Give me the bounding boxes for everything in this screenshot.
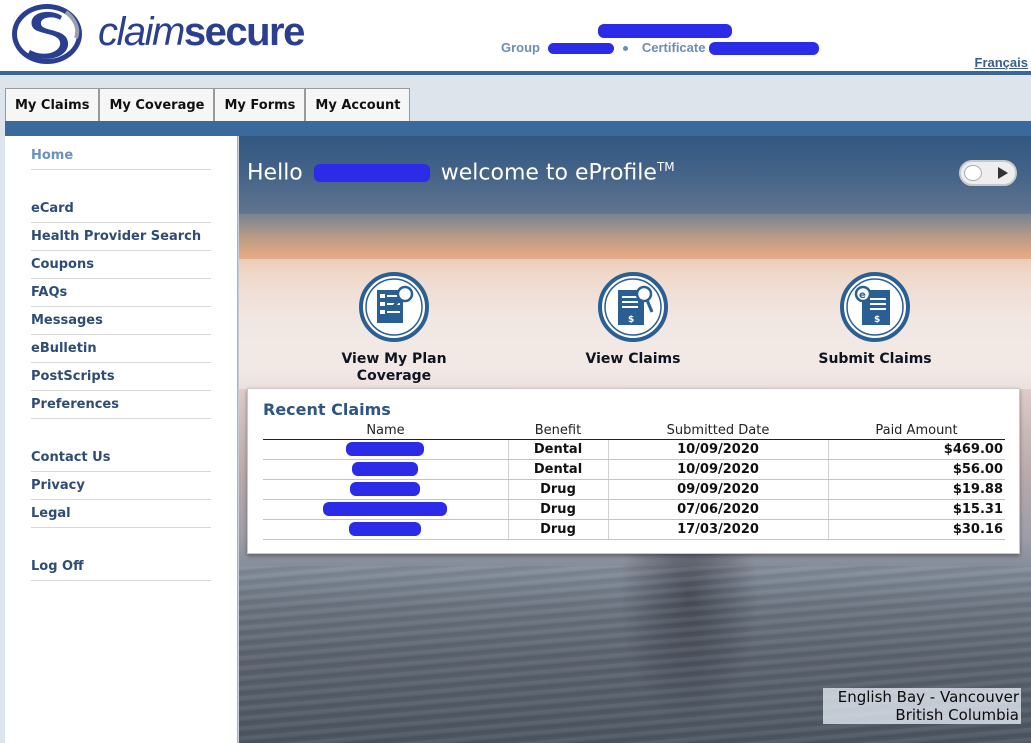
claim-name-redacted <box>263 519 508 540</box>
group-certificate-line: Group Certificate <box>501 40 820 56</box>
tab-my-forms[interactable]: My Forms <box>214 88 306 121</box>
member-name-redaction <box>313 164 430 183</box>
logo-swoosh-icon <box>12 4 82 64</box>
svg-text:$: $ <box>874 315 880 325</box>
sidebar-item-postscripts[interactable]: PostScripts <box>31 363 211 391</box>
view-claims-label: View Claims <box>585 351 681 367</box>
table-row[interactable]: Drug 07/06/2020 $15.31 <box>263 499 1005 520</box>
claim-date: 10/09/2020 <box>607 439 828 460</box>
claim-date: 09/09/2020 <box>607 479 828 500</box>
table-row[interactable]: Dental 10/09/2020 $469.00 <box>263 439 1005 460</box>
column-header-name: Name <box>263 423 508 440</box>
table-row[interactable]: Drug 09/09/2020 $19.88 <box>263 479 1005 500</box>
submit-claims-button[interactable]: $ e Submit Claims <box>815 272 935 368</box>
sidebar-item-contact-us[interactable]: Contact Us <box>31 444 211 472</box>
view-plan-coverage-label-2: Coverage <box>356 368 432 384</box>
separator-dot <box>623 46 629 52</box>
certificate-label: Certificate <box>641 40 706 55</box>
language-link[interactable]: Français <box>975 55 1028 70</box>
claim-benefit: Dental <box>507 459 608 480</box>
tab-my-account[interactable]: My Account <box>305 88 411 121</box>
sidebar-item-log-off[interactable]: Log Off <box>31 553 211 581</box>
nav-blue-band <box>5 121 1031 136</box>
claim-amount: $469.00 <box>827 439 1005 460</box>
recent-claims-title: Recent Claims <box>263 400 391 419</box>
sidebar-item-health-provider-search[interactable]: Health Provider Search <box>31 223 211 251</box>
svg-text:e: e <box>859 290 866 301</box>
main-content: Hello welcome to eProfileTM View My Plan… <box>239 136 1031 743</box>
sidebar-item-preferences[interactable]: Preferences <box>31 391 211 419</box>
claim-benefit: Drug <box>507 479 608 500</box>
claim-name-redacted <box>263 499 508 520</box>
sidebar-item-legal[interactable]: Legal <box>31 500 211 528</box>
claim-amount: $19.88 <box>827 479 1005 500</box>
photo-caption-line-2: British Columbia <box>895 706 1019 724</box>
sidebar-item-privacy[interactable]: Privacy <box>31 472 211 500</box>
photo-caption: English Bay - Vancouver British Columbia <box>823 688 1021 724</box>
group-label: Group <box>501 40 540 55</box>
claim-name-redacted <box>263 479 508 500</box>
claim-benefit: Dental <box>507 439 608 460</box>
sidebar-item-faqs[interactable]: FAQs <box>31 279 211 307</box>
submit-claims-icon: $ e <box>840 272 910 342</box>
plan-coverage-icon <box>359 272 429 342</box>
view-plan-coverage-button[interactable]: View My Plan Coverage <box>335 272 453 385</box>
claim-amount: $15.31 <box>827 499 1005 520</box>
slideshow-toggle[interactable] <box>959 160 1017 186</box>
user-name-redaction <box>598 24 732 38</box>
table-row[interactable]: Dental 10/09/2020 $56.00 <box>263 459 1005 480</box>
claim-amount: $30.16 <box>827 519 1005 540</box>
sidebar-item-home[interactable]: Home <box>31 142 211 170</box>
claim-date: 07/06/2020 <box>607 499 828 520</box>
column-header-paid-amount: Paid Amount <box>828 423 1005 440</box>
recent-claims-table: Name Benefit Submitted Date Paid Amount … <box>263 423 1005 540</box>
claim-benefit: Drug <box>507 499 608 520</box>
claim-benefit: Drug <box>507 519 608 540</box>
tab-my-claims[interactable]: My Claims <box>5 88 100 121</box>
sidebar-item-coupons[interactable]: Coupons <box>31 251 211 279</box>
submit-claims-label: Submit Claims <box>818 351 932 367</box>
recent-claims-panel: Recent Claims Name Benefit Submitted Dat… <box>247 388 1020 554</box>
svg-text:$: $ <box>628 315 634 325</box>
claim-amount: $56.00 <box>827 459 1005 480</box>
claim-date: 17/03/2020 <box>607 519 828 540</box>
group-number-redaction <box>547 43 614 55</box>
table-row[interactable]: Drug 17/03/2020 $30.16 <box>263 519 1005 540</box>
logo-wordmark: claimsecure <box>98 10 305 54</box>
column-header-submitted-date: Submitted Date <box>608 423 828 440</box>
claim-date: 10/09/2020 <box>607 459 828 480</box>
tab-my-coverage[interactable]: My Coverage <box>99 88 215 121</box>
claim-name-redacted <box>263 439 508 460</box>
column-header-benefit: Benefit <box>508 423 608 440</box>
view-plan-coverage-label-1: View My Plan <box>341 351 447 367</box>
certificate-number-redaction <box>709 42 820 56</box>
sidebar-item-ebulletin[interactable]: eBulletin <box>31 335 211 363</box>
claim-name-redacted <box>263 459 508 480</box>
header: claimsecure Group Certificate Français <box>0 0 1031 72</box>
claimsecure-logo[interactable]: claimsecure <box>10 2 305 66</box>
photo-caption-line-1: English Bay - Vancouver <box>837 688 1019 706</box>
sidebar-item-ecard[interactable]: eCard <box>31 195 211 223</box>
view-claims-button[interactable]: $ View Claims <box>583 272 683 368</box>
table-header-row: Name Benefit Submitted Date Paid Amount <box>263 423 1005 440</box>
toggle-knob <box>964 165 982 181</box>
welcome-message: Hello welcome to eProfileTM <box>247 160 675 186</box>
view-claims-icon: $ <box>598 272 668 342</box>
sidebar-item-messages[interactable]: Messages <box>31 307 211 335</box>
main-tabs: My Claims My Coverage My Forms My Accoun… <box>5 88 411 121</box>
play-icon <box>998 167 1008 179</box>
sidebar: Home eCard Health Provider Search Coupon… <box>5 136 237 743</box>
